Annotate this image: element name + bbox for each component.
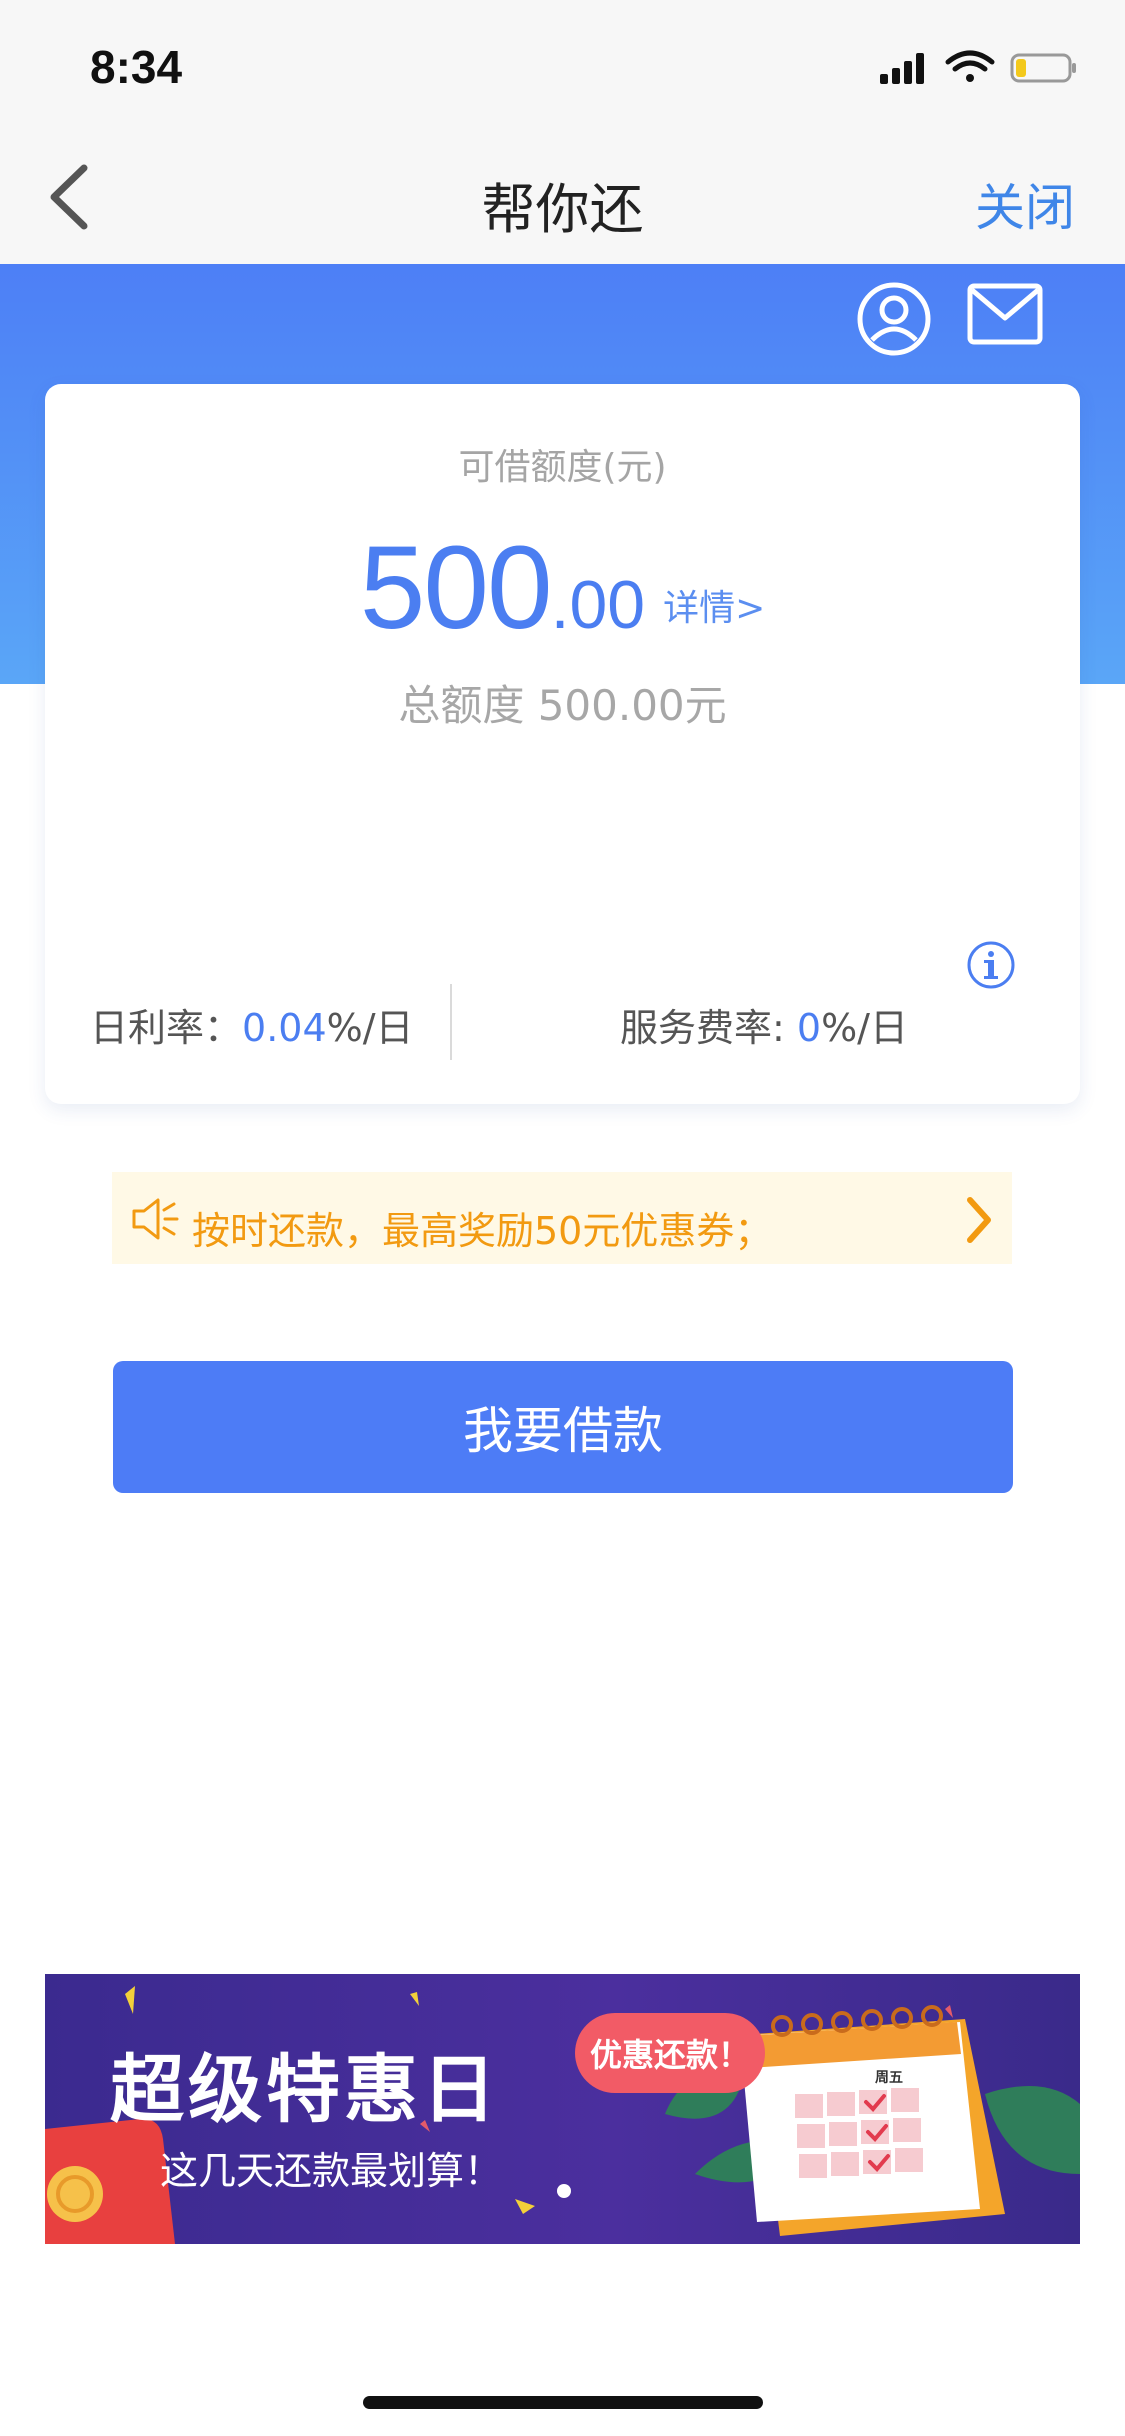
borrow-button[interactable]: 我要借款: [113, 1361, 1013, 1493]
daily-rate-unit: %/日: [326, 1006, 414, 1050]
notice-text: 按时还款，最高奖励50元优惠券；: [192, 1209, 773, 1253]
daily-interest-rate: 日利率：0.04%/日: [90, 997, 414, 1052]
speaker-icon: [132, 1198, 179, 1240]
calendar-icon: 周五: [740, 2005, 1005, 2236]
total-quota: 总额度 500.00元: [398, 681, 727, 730]
banner-subtitle: 这几天还款最划算！: [160, 2149, 503, 2193]
info-icon[interactable]: [966, 940, 1016, 990]
status-icons: [880, 50, 1076, 84]
calendar-day-label: 周五: [875, 2070, 903, 2086]
amount-decimal: .00: [550, 567, 646, 643]
page-title: 帮你还: [481, 178, 644, 241]
credit-card-panel: [45, 384, 1080, 1104]
daily-rate-value: 0.04: [242, 1006, 327, 1050]
chevron-right-icon[interactable]: [964, 1196, 994, 1244]
battery-icon: [1010, 53, 1076, 83]
quota-label: 可借额度(元): [458, 447, 667, 488]
rate-divider: [450, 984, 452, 1060]
banner-title: 超级特惠日: [110, 2047, 500, 2133]
available-amount: 500.00 详情>: [45, 520, 1080, 656]
carousel-indicator[interactable]: [557, 2184, 571, 2198]
signal-icon: [880, 53, 924, 84]
close-button[interactable]: 关闭: [975, 168, 1075, 240]
promo-bubble-text: 优惠还款！: [589, 2036, 750, 2074]
mail-icon[interactable]: [966, 282, 1044, 346]
red-envelope-icon: [45, 2118, 175, 2244]
home-indicator[interactable]: [363, 2396, 763, 2409]
service-fee-value: 0: [796, 1006, 822, 1050]
daily-rate-label: 日利率：: [90, 1006, 243, 1050]
wifi-icon: [945, 50, 995, 82]
amount-integer: 500: [359, 522, 553, 654]
service-fee-unit: %/日: [821, 1006, 908, 1050]
details-link[interactable]: 详情>: [663, 588, 765, 629]
service-fee-rate: 服务费率: 0%/日: [620, 997, 908, 1052]
status-time: 8:34: [90, 41, 183, 93]
user-profile-icon[interactable]: [855, 280, 933, 358]
service-fee-label: 服务费率:: [620, 1006, 797, 1050]
